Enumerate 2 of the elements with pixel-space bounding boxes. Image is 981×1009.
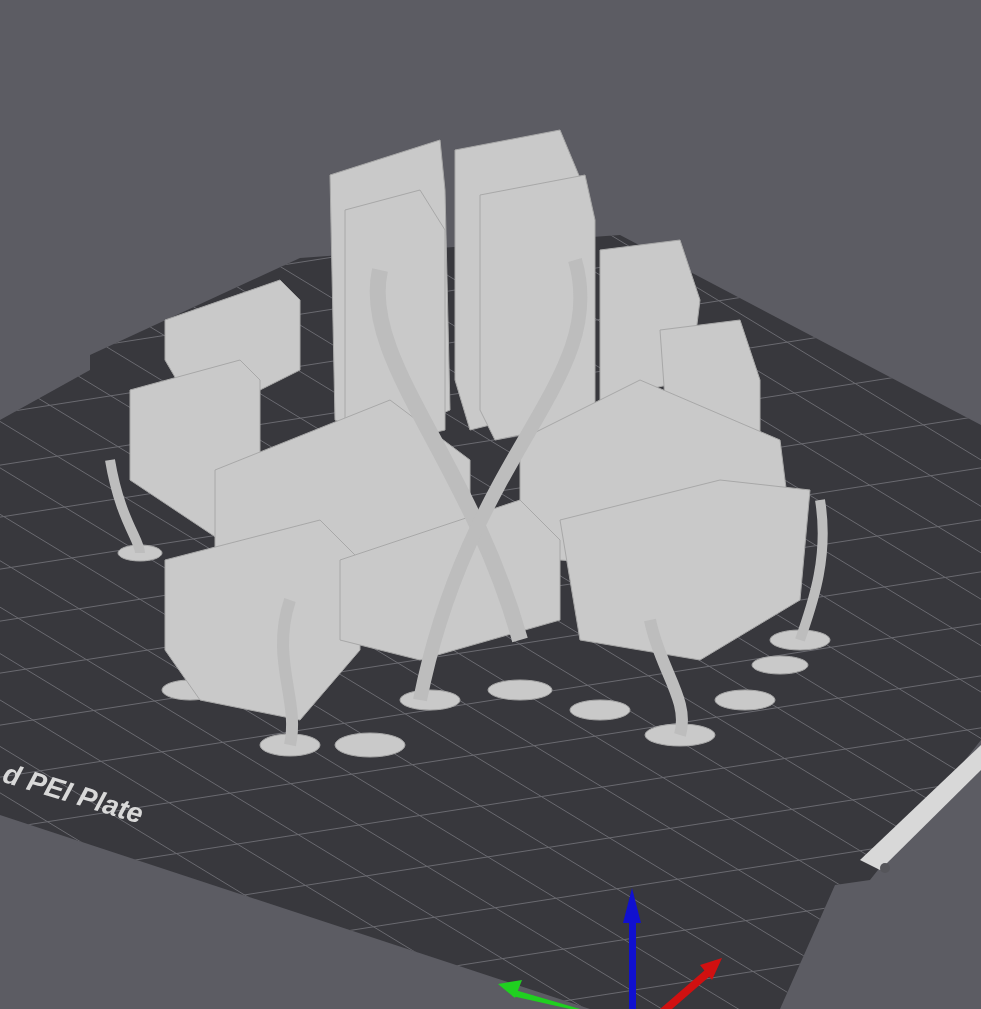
- bed-label: d PEI Plate: [0, 756, 149, 832]
- 3d-viewport[interactable]: d PEI Plate: [0, 0, 981, 1009]
